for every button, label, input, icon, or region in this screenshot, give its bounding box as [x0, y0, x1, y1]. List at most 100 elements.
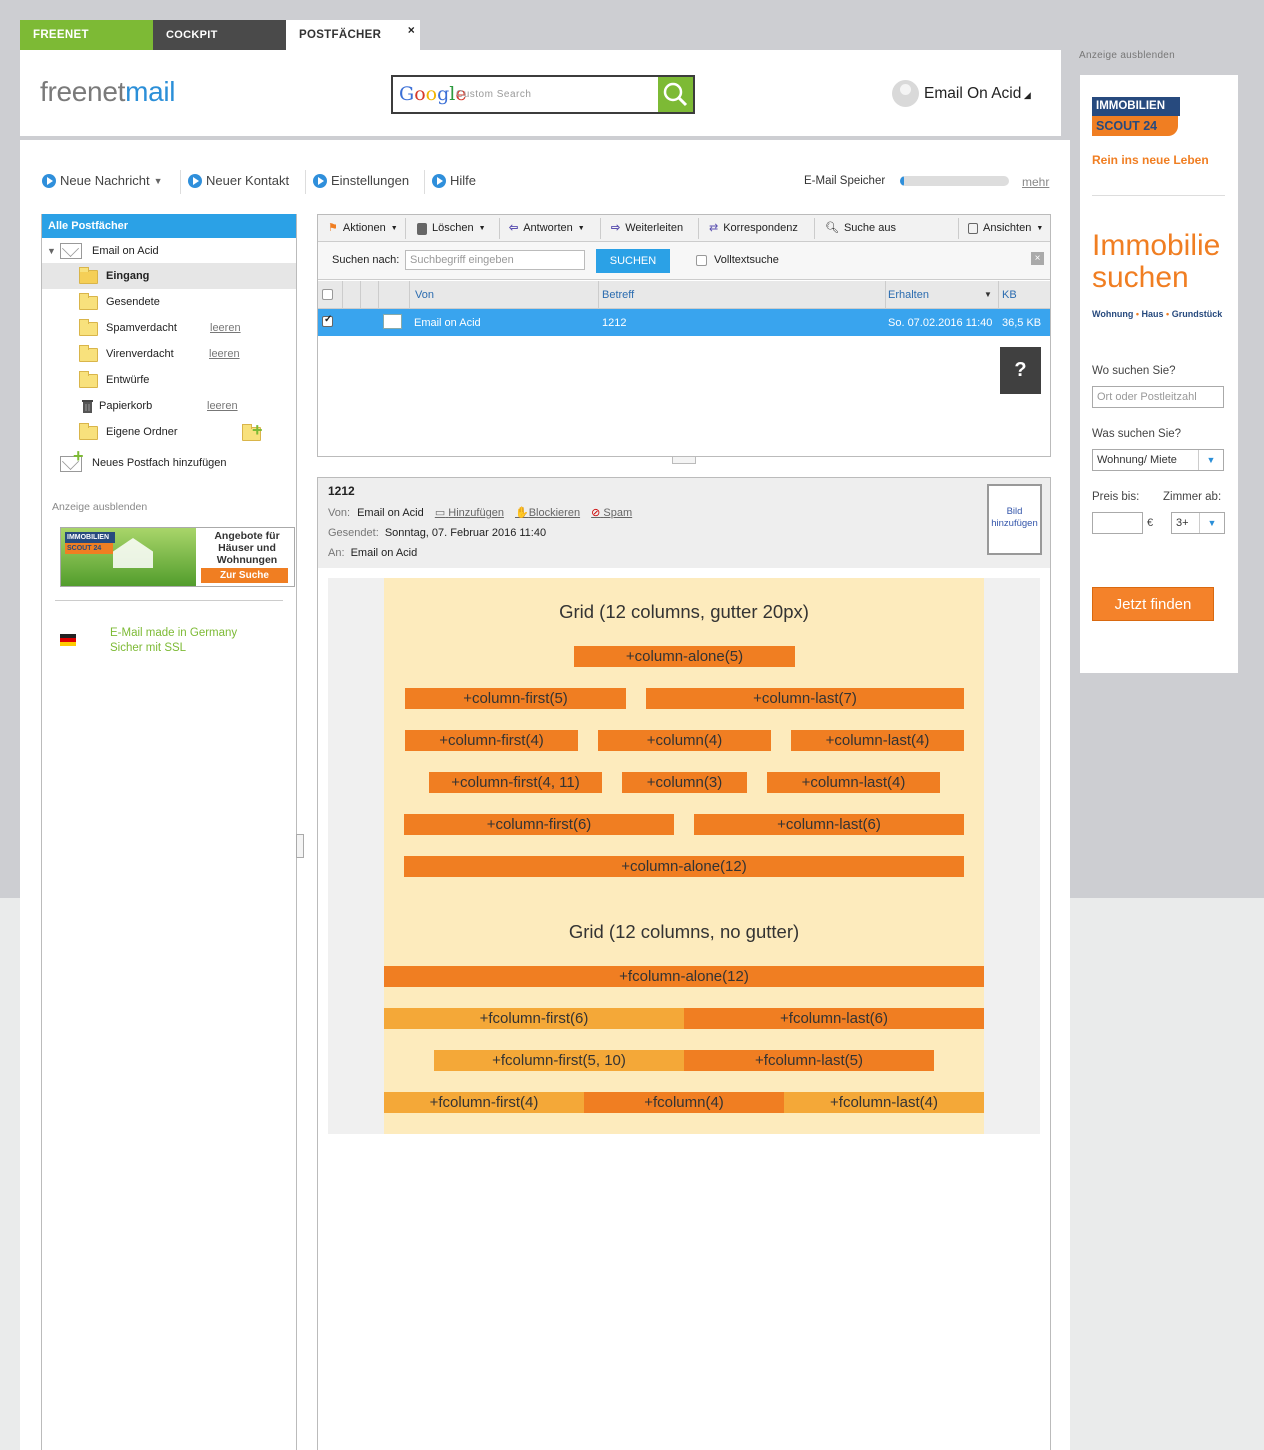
price-input[interactable]: [1092, 512, 1143, 534]
ad-hide-link[interactable]: Anzeige ausblenden: [1079, 50, 1175, 61]
account-row[interactable]: ▼ Email on Acid: [42, 238, 296, 264]
storage-label: E-Mail Speicher: [804, 175, 886, 187]
fulltext-checkbox[interactable]: [696, 255, 707, 266]
header: freenetmail Google Custom Search Email O…: [20, 50, 1061, 136]
ansichten-button[interactable]: Ansichten ▼: [968, 215, 1043, 242]
row-checkbox[interactable]: ✓: [322, 314, 333, 327]
col-von[interactable]: Von: [415, 289, 434, 301]
folder-label: Entwürfe: [106, 374, 150, 386]
folder-icon: [79, 371, 98, 388]
splitter-handle[interactable]: [672, 456, 696, 464]
folder-eingang[interactable]: Eingang: [42, 263, 296, 289]
grid-cell: +column-last(4): [767, 772, 940, 793]
add-picture-button[interactable]: Bild hinzufügen: [987, 484, 1042, 555]
logo-mail: mail: [125, 76, 176, 107]
select-all-checkbox[interactable]: [322, 289, 333, 300]
add-mailbox-row[interactable]: + Neues Postfach hinzufügen: [42, 446, 296, 477]
price-label: Preis bis:: [1092, 491, 1140, 503]
close-icon[interactable]: ×: [408, 15, 415, 46]
all-mailboxes-header[interactable]: Alle Postfächer: [42, 214, 296, 238]
more-link[interactable]: mehr: [1022, 175, 1049, 189]
suche-aus-button[interactable]: 🔍︎ Suche aus: [825, 215, 896, 242]
folder-label: Gesendete: [106, 296, 160, 308]
new-contact-button[interactable]: Neuer Kontakt: [188, 173, 289, 188]
arrow-circle-icon: [313, 173, 327, 188]
empty-link[interactable]: leeren: [207, 400, 238, 412]
location-input[interactable]: Ort oder Postleitzahl: [1092, 386, 1224, 408]
loeschen-button[interactable]: Löschen ▼: [417, 215, 486, 242]
add-mailbox-label: Neues Postfach hinzufügen: [92, 457, 227, 469]
splitter-handle[interactable]: [296, 834, 304, 858]
grid-cell: +fcolumn-alone(12): [384, 966, 984, 987]
sort-down-icon: ▼: [984, 290, 992, 299]
folder-virenverdacht[interactable]: Virenverdacht leeren: [42, 341, 296, 367]
settings-button[interactable]: Einstellungen: [313, 173, 409, 188]
search-button[interactable]: [658, 77, 693, 112]
col-kb[interactable]: KB: [1002, 289, 1017, 301]
logo[interactable]: freenetmail: [40, 76, 176, 108]
weiterleiten-button[interactable]: ⇨ Weiterleiten: [611, 215, 683, 242]
search-row: Suchen nach: Suchbegriff eingeben SUCHEN…: [318, 242, 1050, 280]
grid-cell: +fcolumn-first(6): [384, 1008, 684, 1029]
banner-search-button[interactable]: Zur Suche: [201, 568, 288, 583]
grid-cell: +fcolumn-first(5, 10): [434, 1050, 684, 1071]
help-question-button[interactable]: ?: [1000, 347, 1041, 394]
ad-banner[interactable]: IMMOBILIEN SCOUT 24 Angebote für Häuser …: [60, 527, 295, 587]
search-submit-button[interactable]: SUCHEN: [596, 249, 670, 273]
tab-cockpit[interactable]: COCKPIT: [153, 20, 286, 50]
grid-cell: +column-alone(5): [574, 646, 795, 667]
row-received: So. 07.02.2016 11:40: [888, 317, 993, 329]
search-input[interactable]: Suchbegriff eingeben: [405, 250, 585, 270]
folder-spamverdacht[interactable]: Spamverdacht leeren: [42, 315, 296, 341]
add-contact-link[interactable]: ▭ Hinzufügen: [435, 507, 504, 519]
col-erhalten[interactable]: Erhalten: [888, 289, 929, 301]
right-ad[interactable]: IMMOBILIEN SCOUT 24 Rein ins neue Leben …: [1080, 75, 1238, 673]
grid-cell: +column-first(4, 11): [429, 772, 602, 793]
chevron-down-icon: ▼: [1036, 225, 1044, 232]
grid-cell: +column-first(5): [405, 688, 626, 709]
rooms-select[interactable]: 3+ ▼: [1171, 512, 1225, 534]
help-button[interactable]: Hilfe: [432, 173, 476, 188]
tab-postfaecher-label: POSTFÄCHER: [299, 29, 382, 41]
folder-eigene-ordner[interactable]: Eigene Ordner +: [42, 419, 296, 445]
made-in-germany-text: E-Mail made in Germany Sicher mit SSL: [110, 627, 238, 654]
message-header: 1212 Von: Email on Acid ▭ Hinzufügen ✋Bl…: [318, 478, 1050, 568]
hand-icon: ✋: [515, 507, 529, 519]
collapse-triangle-icon[interactable]: ▼: [47, 246, 56, 256]
antworten-button[interactable]: ⇦ Antworten ▼: [509, 215, 585, 242]
tab-freenet[interactable]: FREENET: [20, 20, 153, 50]
arrow-circle-icon: [432, 173, 446, 188]
ad-hide-link[interactable]: Anzeige ausblenden: [52, 501, 147, 513]
empty-link[interactable]: leeren: [210, 322, 241, 334]
arrow-circle-icon: [188, 173, 202, 188]
reply-icon: ⇦: [509, 222, 519, 234]
korrespondenz-button[interactable]: ⇄ Korrespondenz: [709, 215, 798, 242]
tab-postfaecher[interactable]: POSTFÄCHER ×: [286, 20, 420, 50]
folder-sidebar: Alle Postfächer ▼ Email on Acid Eingang …: [41, 214, 297, 1450]
folder-entwuerfe[interactable]: Entwürfe: [42, 367, 296, 393]
find-now-button[interactable]: Jetzt finden: [1092, 587, 1214, 621]
table-row[interactable]: ✓ Email on Acid 1212 So. 07.02.2016 11:4…: [318, 309, 1050, 336]
chevron-down-icon: ▼: [1199, 513, 1224, 533]
grid-cell: +column-first(6): [404, 814, 674, 835]
property-type-select[interactable]: Wohnung/ Miete ▼: [1092, 449, 1224, 471]
grid-cell: +fcolumn-last(5): [684, 1050, 934, 1071]
close-icon[interactable]: ×: [1031, 252, 1044, 265]
google-search-box[interactable]: Google Custom Search: [391, 75, 695, 114]
folder-label: Papierkorb: [99, 400, 153, 412]
folder-icon: [79, 423, 98, 440]
storage-bar-fill: [900, 176, 905, 186]
col-betreff[interactable]: Betreff: [602, 289, 634, 301]
empty-link[interactable]: leeren: [209, 348, 240, 360]
chevron-down-icon: ▼: [577, 225, 585, 232]
from-value: Email on Acid: [357, 507, 424, 519]
spam-link[interactable]: ⊘ Spam: [591, 507, 632, 519]
trash-icon: [82, 400, 93, 413]
arrow-circle-icon: [42, 173, 56, 188]
no-sign-icon: ⊘: [591, 507, 601, 519]
block-link[interactable]: ✋Blockieren: [515, 507, 580, 519]
folder-papierkorb[interactable]: Papierkorb leeren: [42, 393, 296, 419]
new-message-button[interactable]: Neue Nachricht ▼: [42, 173, 163, 188]
aktionen-button[interactable]: ⚑ Aktionen ▼: [328, 215, 398, 242]
folder-gesendete[interactable]: Gesendete: [42, 289, 296, 315]
